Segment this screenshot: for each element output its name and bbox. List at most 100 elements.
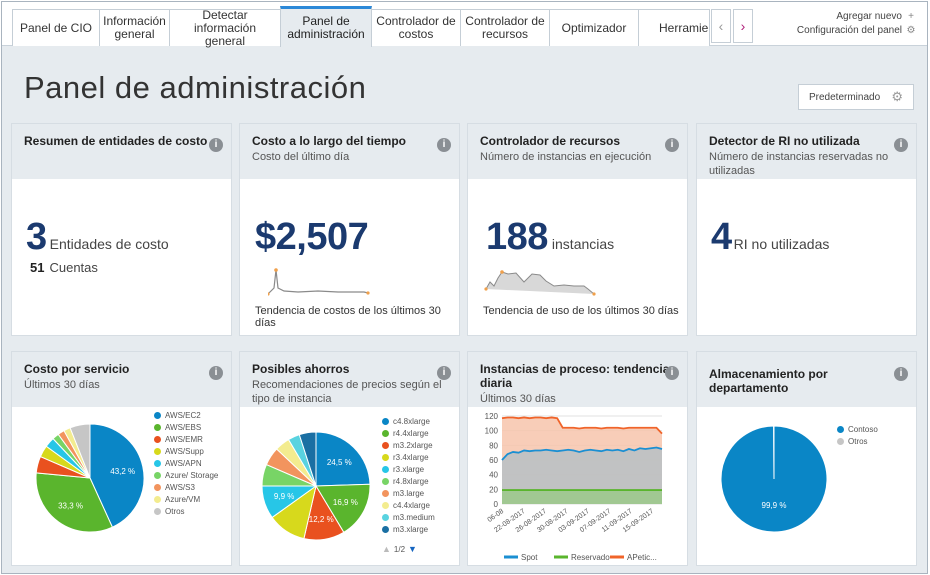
legend-item[interactable]: m3.xlarge bbox=[382, 524, 460, 536]
card-title: Detector de RI no utilizada bbox=[709, 134, 860, 148]
legend-label: c4.8xlarge bbox=[393, 417, 430, 426]
legend-item[interactable]: Azure/VM bbox=[154, 494, 232, 506]
card-subtitle: Número de instancias reservadas no utili… bbox=[709, 151, 889, 177]
card-title: Costo a lo largo del tiempo bbox=[252, 134, 407, 148]
compute-instances-chart: 02040608010012006-0822-08-201726-08-2017… bbox=[485, 412, 663, 562]
panel-config-button[interactable]: Configuración del panel ⚙ bbox=[797, 25, 917, 36]
info-icon[interactable]: i bbox=[665, 138, 679, 152]
tab-panel-cio[interactable]: Panel de CIO bbox=[12, 9, 100, 46]
card-title: Resumen de entidades de costo bbox=[24, 134, 208, 148]
legend-label[interactable]: Spot bbox=[521, 553, 538, 562]
legend-swatch bbox=[382, 454, 389, 461]
legend-item[interactable]: AWS/EBS bbox=[154, 422, 232, 434]
tab-controlador-recursos[interactable]: Controlador de recursos bbox=[460, 9, 550, 46]
legend-item[interactable]: r3.4xlarge bbox=[382, 452, 460, 464]
pager-next-icon[interactable]: ▼ bbox=[408, 544, 417, 554]
savings-legend: c4.8xlarge r4.4xlarge m3.2xlarge r3.4xlarge… bbox=[382, 416, 460, 536]
tab-controlador-costos[interactable]: Controlador de costos bbox=[371, 9, 461, 46]
legend-label: AWS/EMR bbox=[165, 435, 203, 444]
info-icon[interactable]: i bbox=[437, 366, 451, 380]
legend-label[interactable]: APetic... bbox=[627, 553, 657, 562]
legend-swatch bbox=[382, 490, 389, 497]
tab-informacion-general[interactable]: Información general bbox=[99, 9, 170, 46]
tab-scroll-next-button[interactable]: › bbox=[733, 9, 753, 43]
pie-data-label: 33,3 % bbox=[58, 501, 83, 510]
legend-swatch bbox=[382, 502, 389, 509]
legend-label: c4.4xlarge bbox=[393, 501, 430, 510]
card-compute-instances: Instancias de proceso: tendencia diaria … bbox=[467, 351, 688, 566]
default-layout-label: Predeterminado bbox=[809, 91, 881, 103]
legend-label: r4.8xlarge bbox=[393, 477, 429, 486]
settings-gear-icon: ⚙ bbox=[891, 89, 903, 104]
legend-item[interactable]: r4.8xlarge bbox=[382, 476, 460, 488]
legend-item[interactable]: AWS/S3 bbox=[154, 482, 232, 494]
card-subtitle: Últimos 30 días bbox=[480, 393, 556, 405]
legend-item[interactable]: Otros bbox=[837, 436, 915, 448]
card-cost-entities: Resumen de entidades de costo i 3 Entida… bbox=[11, 123, 232, 336]
gear-icon: ⚙ bbox=[906, 25, 916, 36]
legend-swatch bbox=[154, 508, 161, 515]
legend-label: AWS/APN bbox=[165, 459, 202, 468]
legend-label: Azure/ Storage bbox=[165, 471, 219, 480]
legend-item[interactable]: m3.large bbox=[382, 488, 460, 500]
tab-optimizador[interactable]: Optimizador bbox=[549, 9, 639, 46]
y-tick-label: 100 bbox=[485, 427, 499, 436]
info-icon[interactable]: i bbox=[209, 366, 223, 380]
legend-label: r3.xlarge bbox=[393, 465, 425, 474]
legend-label: Otros bbox=[165, 507, 185, 516]
legend-swatch bbox=[382, 418, 389, 425]
legend-swatch bbox=[837, 438, 844, 445]
card-ri-detector: Detector de RI no utilizada Número de in… bbox=[696, 123, 917, 336]
info-icon[interactable]: i bbox=[665, 366, 679, 380]
ri-label: RI no utilizadas bbox=[733, 236, 830, 252]
legend-item[interactable]: m3.medium bbox=[382, 512, 460, 524]
add-new-button[interactable]: Agregar nuevo + bbox=[836, 11, 917, 22]
default-layout-button[interactable]: Predeterminado ⚙ bbox=[798, 84, 914, 110]
page-title: Panel de administración bbox=[24, 70, 367, 105]
legend-item[interactable]: r3.xlarge bbox=[382, 464, 460, 476]
pager-prev-icon[interactable]: ▲ bbox=[382, 544, 391, 554]
tab-panel-administracion[interactable]: Panel de administración bbox=[280, 6, 372, 47]
legend-label: r4.4xlarge bbox=[393, 429, 429, 438]
legend-item[interactable]: c4.4xlarge bbox=[382, 500, 460, 512]
legend-item[interactable]: AWS/APN bbox=[154, 458, 232, 470]
info-icon[interactable]: i bbox=[894, 367, 908, 381]
card-title: Almacenamiento por departamento bbox=[709, 367, 828, 395]
legend-item[interactable]: Contoso bbox=[837, 424, 915, 436]
legend-label: AWS/EBS bbox=[165, 423, 202, 432]
pie-data-label: 16,9 % bbox=[333, 498, 358, 507]
card-title: Posibles ahorros bbox=[252, 362, 350, 376]
card-subtitle: Recomendaciones de precios según el tipo… bbox=[252, 379, 442, 405]
legend-item[interactable]: c4.8xlarge bbox=[382, 416, 460, 428]
legend-swatch bbox=[837, 426, 844, 433]
savings-pie: 24,5 % 16,9 % 12,2 % 9,9 % bbox=[261, 431, 371, 541]
info-icon[interactable]: i bbox=[209, 138, 223, 152]
legend-item[interactable]: AWS/EC2 bbox=[154, 410, 232, 422]
legend-item[interactable]: Otros bbox=[154, 506, 232, 518]
info-icon[interactable]: i bbox=[437, 138, 451, 152]
cost-sparkline bbox=[268, 268, 370, 296]
storage-pie: 99,9 % bbox=[720, 425, 828, 533]
legend-item[interactable]: Azure/ Storage bbox=[154, 470, 232, 482]
legend-label[interactable]: Reservado bbox=[571, 553, 610, 562]
legend-swatch bbox=[154, 412, 161, 419]
legend-item[interactable]: AWS/EMR bbox=[154, 434, 232, 446]
pie-data-label: 43,2 % bbox=[110, 467, 135, 476]
pager-label: 1/2 bbox=[393, 544, 406, 554]
legend-swatch bbox=[154, 484, 161, 491]
card-subtitle: Últimos 30 días bbox=[24, 379, 100, 391]
tab-herramientas[interactable]: Herramientas bbox=[638, 9, 710, 46]
card-cost-over-time: Costo a lo largo del tiempo Costo del úl… bbox=[239, 123, 460, 336]
info-icon[interactable]: i bbox=[894, 138, 908, 152]
accounts-label: Cuentas bbox=[49, 260, 98, 275]
legend-item[interactable]: r4.4xlarge bbox=[382, 428, 460, 440]
instances-label: instancias bbox=[551, 236, 615, 252]
ri-value: 4 bbox=[711, 216, 732, 258]
legend-label: AWS/EC2 bbox=[165, 411, 201, 420]
legend-item[interactable]: m3.2xlarge bbox=[382, 440, 460, 452]
tab-scroll-prev-button[interactable]: ‹ bbox=[711, 9, 731, 43]
tab-detectar-informacion-general[interactable]: Detectar información general bbox=[169, 8, 281, 47]
legend-item[interactable]: AWS/Supp bbox=[154, 446, 232, 458]
legend-swatch bbox=[382, 514, 389, 521]
legend-label: Otros bbox=[848, 437, 868, 446]
